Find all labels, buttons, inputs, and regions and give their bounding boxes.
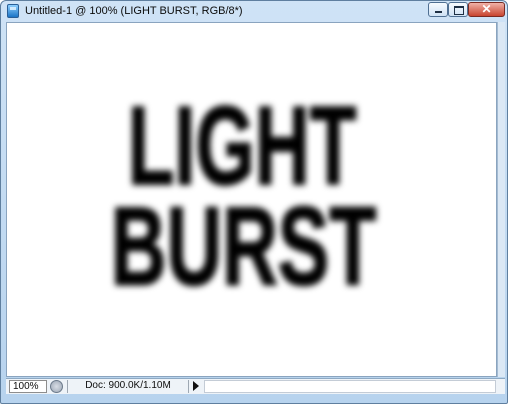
minimize-button[interactable] bbox=[428, 2, 448, 17]
canvas-text-burst: BURST bbox=[111, 184, 376, 309]
status-bar: 100% Doc: 900.0K/1.10M bbox=[6, 378, 505, 394]
close-button[interactable]: ✕ bbox=[468, 2, 505, 17]
canvas[interactable]: LIGHT BURST bbox=[6, 22, 497, 377]
photoshop-document-icon[interactable] bbox=[7, 4, 19, 18]
doc-size-info: Doc: 900.0K/1.10M bbox=[67, 380, 189, 393]
title-bar[interactable]: Untitled-1 @ 100% (LIGHT BURST, RGB/8*) … bbox=[1, 1, 507, 23]
window-title: Untitled-1 @ 100% (LIGHT BURST, RGB/8*) bbox=[25, 5, 243, 17]
vertical-scrollbar[interactable] bbox=[497, 22, 505, 377]
zoom-field[interactable]: 100% bbox=[9, 380, 47, 393]
minimize-icon bbox=[435, 11, 442, 13]
horizontal-scrollbar[interactable] bbox=[204, 380, 496, 393]
close-icon: ✕ bbox=[481, 2, 492, 16]
document-window: Untitled-1 @ 100% (LIGHT BURST, RGB/8*) … bbox=[0, 0, 508, 404]
status-circle-icon[interactable] bbox=[50, 380, 63, 393]
right-arrow-icon[interactable] bbox=[193, 381, 199, 391]
maximize-button[interactable] bbox=[448, 2, 468, 17]
maximize-icon bbox=[454, 6, 464, 15]
canvas-artwork: LIGHT BURST bbox=[110, 82, 377, 309]
